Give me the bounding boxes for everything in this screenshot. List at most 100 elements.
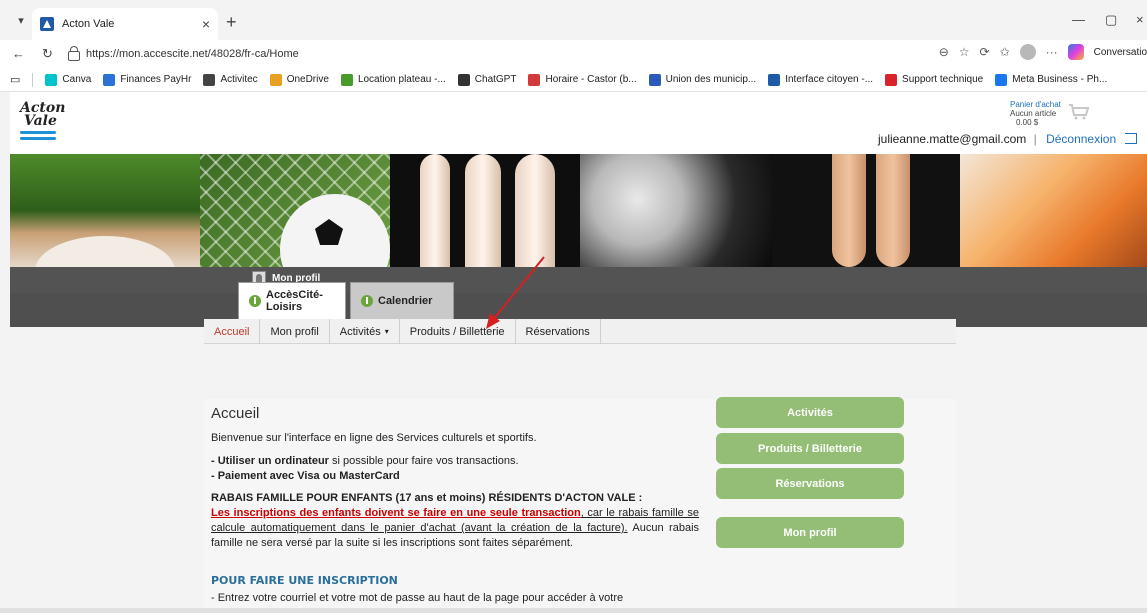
bookmark-item[interactable]: Finances PayHr xyxy=(103,73,192,86)
bookmark-favicon-icon xyxy=(528,73,541,86)
bookmark-favicon-icon xyxy=(203,73,216,86)
bookmarks-toggle-icon[interactable]: ▭ xyxy=(10,73,20,86)
tip-payment: - Paiement avec Visa ou MasterCard xyxy=(211,469,699,484)
logout-icon[interactable] xyxy=(1125,133,1138,144)
bookmark-item[interactable]: Horaire - Castor (b... xyxy=(528,73,637,86)
tip-payment-text: - Paiement avec Visa ou MasterCard xyxy=(211,470,400,482)
bookmark-favicon-icon xyxy=(45,73,58,86)
caret-down-icon: ▾ xyxy=(384,327,389,336)
profile-strip: Mon profil xyxy=(10,267,1147,293)
url-text: https://mon.accescite.net/48028/fr-ca/Ho… xyxy=(86,48,299,60)
subnav-activites[interactable]: Activités ▾ xyxy=(330,319,400,344)
favorites-icon[interactable]: ✩ xyxy=(1000,45,1010,59)
page-title: Accueil xyxy=(211,405,260,422)
tab-calendrier[interactable]: Calendrier xyxy=(350,282,454,319)
tab-accescite-loisirs[interactable]: AccèsCité-Loisirs xyxy=(238,282,346,319)
mon-profil-button[interactable]: Mon profil xyxy=(716,517,904,548)
user-account-line: julieanne.matte@gmail.com | Déconnexion xyxy=(878,132,1138,146)
cart-title: Panier d'achat xyxy=(1010,100,1061,109)
bookmarks-bar: ▭ Canva Finances PayHr Activitec OneDrive Lo… xyxy=(0,68,1147,92)
bookmark-favicon-icon xyxy=(340,73,353,86)
url-field[interactable]: https://mon.accescite.net/48028/fr-ca/Ho… xyxy=(68,43,968,65)
extensions-icon[interactable]: ⟳ xyxy=(980,45,990,59)
bookmark-label: Support technique xyxy=(902,74,984,85)
minimize-icon[interactable]: — xyxy=(1072,12,1085,27)
close-tab-icon[interactable]: × xyxy=(202,16,210,32)
bookmark-favicon-icon xyxy=(269,73,282,86)
bookmark-item[interactable]: Interface citoyen -... xyxy=(768,73,873,86)
bookmark-item[interactable]: ChatGPT xyxy=(457,73,517,86)
tab-actions-chevron-icon[interactable]: ▾ xyxy=(12,12,30,30)
banner-skate-image xyxy=(580,154,772,267)
zoom-icon[interactable]: ⊖ xyxy=(939,45,949,59)
bookmark-item[interactable]: OneDrive xyxy=(269,73,329,86)
bookmark-label: Location plateau -... xyxy=(357,74,446,85)
subnav-label: Activités xyxy=(339,325,381,338)
bookmark-favicon-icon xyxy=(768,73,781,86)
address-bar-actions: ⊖ ☆ ⟳ ✩ ··· Conversatio xyxy=(939,44,1147,60)
intro-text: Bienvenue sur l'interface en ligne des S… xyxy=(211,432,537,444)
bookmark-item[interactable]: Support technique xyxy=(885,73,984,86)
user-email: julieanne.matte@gmail.com xyxy=(878,132,1027,146)
info-icon xyxy=(249,295,261,307)
info-icon xyxy=(361,295,373,307)
subnav-label: Accueil xyxy=(214,325,250,338)
logo-waves-icon xyxy=(20,131,62,140)
main-subnav: Accueil Mon profil Activités ▾ Produits … xyxy=(204,319,956,344)
logo-text-line2: Vale xyxy=(24,113,57,129)
favorite-star-icon[interactable]: ☆ xyxy=(959,45,970,59)
tip-computer-strong: - Utiliser un ordinateur xyxy=(211,455,329,467)
copilot-label[interactable]: Conversatio xyxy=(1094,47,1147,58)
subnav-label: Mon profil xyxy=(270,325,319,338)
refresh-icon[interactable]: ↻ xyxy=(42,46,53,62)
reservations-button[interactable]: Réservations xyxy=(716,468,904,499)
more-icon[interactable]: ··· xyxy=(1046,45,1058,59)
red-annotation-arrow-icon xyxy=(486,256,545,329)
acton-vale-favicon-icon xyxy=(40,17,54,31)
bookmark-label: Meta Business - Ph... xyxy=(1012,74,1108,85)
close-window-icon[interactable]: × xyxy=(1136,12,1144,27)
rabais-title: RABAIS FAMILLE POUR ENFANTS (17 ans et m… xyxy=(211,492,643,504)
activites-button[interactable]: Activités xyxy=(716,397,904,428)
banner-dance-legs-image xyxy=(390,154,580,267)
tab-title: Acton Vale xyxy=(62,18,115,30)
bookmark-label: Union des municip... xyxy=(665,74,757,85)
restore-icon[interactable]: ▢ xyxy=(1105,12,1117,28)
bookmark-label: ChatGPT xyxy=(474,74,517,85)
shopping-cart-icon[interactable] xyxy=(1068,104,1090,120)
tip-computer: - Utiliser un ordinateur si possible pou… xyxy=(211,454,699,469)
bookmark-item[interactable]: Activitec xyxy=(203,73,258,86)
header-separator: | xyxy=(1033,132,1037,146)
home-content: Accueil Bienvenue sur l'interface en lig… xyxy=(204,397,956,610)
produits-billetterie-button[interactable]: Produits / Billetterie xyxy=(716,433,904,464)
subnav-accueil[interactable]: Accueil xyxy=(204,319,261,344)
cart-total: 0.00 $ xyxy=(1016,118,1039,127)
bookmark-label: Finances PayHr xyxy=(120,74,192,85)
copilot-icon[interactable] xyxy=(1067,44,1084,60)
site-header: Acton Vale Panier d'achat Aucun article … xyxy=(10,92,1147,154)
rabais-text: Les inscriptions des enfants doivent se … xyxy=(211,506,699,551)
cart-summary[interactable]: Panier d'achat Aucun article 0.00 $ xyxy=(1010,100,1061,127)
browser-tab-acton-vale[interactable]: Acton Vale × xyxy=(32,8,218,40)
acton-vale-logo[interactable]: Acton Vale xyxy=(20,101,65,152)
tip-computer-rest: si possible pour faire vos transactions. xyxy=(328,455,519,467)
bookmark-item[interactable]: Canva xyxy=(45,73,91,86)
profile-avatar[interactable] xyxy=(1019,44,1036,60)
bookmark-label: OneDrive xyxy=(286,74,329,85)
rabais-warning: Les inscriptions des enfants doivent se … xyxy=(211,507,581,519)
dark-band xyxy=(10,293,1147,315)
bookmark-item[interactable]: Union des municip... xyxy=(648,73,757,86)
bookmark-item[interactable]: Location plateau -... xyxy=(340,73,446,86)
bookmark-item[interactable]: Meta Business - Ph... xyxy=(995,73,1108,86)
back-icon[interactable]: ← xyxy=(12,46,25,61)
banner-basketball-image xyxy=(960,154,1147,267)
address-bar: ← ↻ https://mon.accescite.net/48028/fr-c… xyxy=(0,40,1147,68)
cart-items: Aucun article xyxy=(1010,109,1057,118)
logout-link[interactable]: Déconnexion xyxy=(1046,132,1116,146)
web-page: Acton Vale Panier d'achat Aucun article … xyxy=(10,92,1147,610)
banner-ballet-image xyxy=(772,154,960,267)
bookmark-favicon-icon xyxy=(648,73,661,86)
browser-tabbar: ▾ Acton Vale × + — ▢ × xyxy=(0,0,1147,40)
new-tab-button[interactable]: + xyxy=(226,12,237,33)
subnav-mon-profil[interactable]: Mon profil xyxy=(260,319,330,344)
